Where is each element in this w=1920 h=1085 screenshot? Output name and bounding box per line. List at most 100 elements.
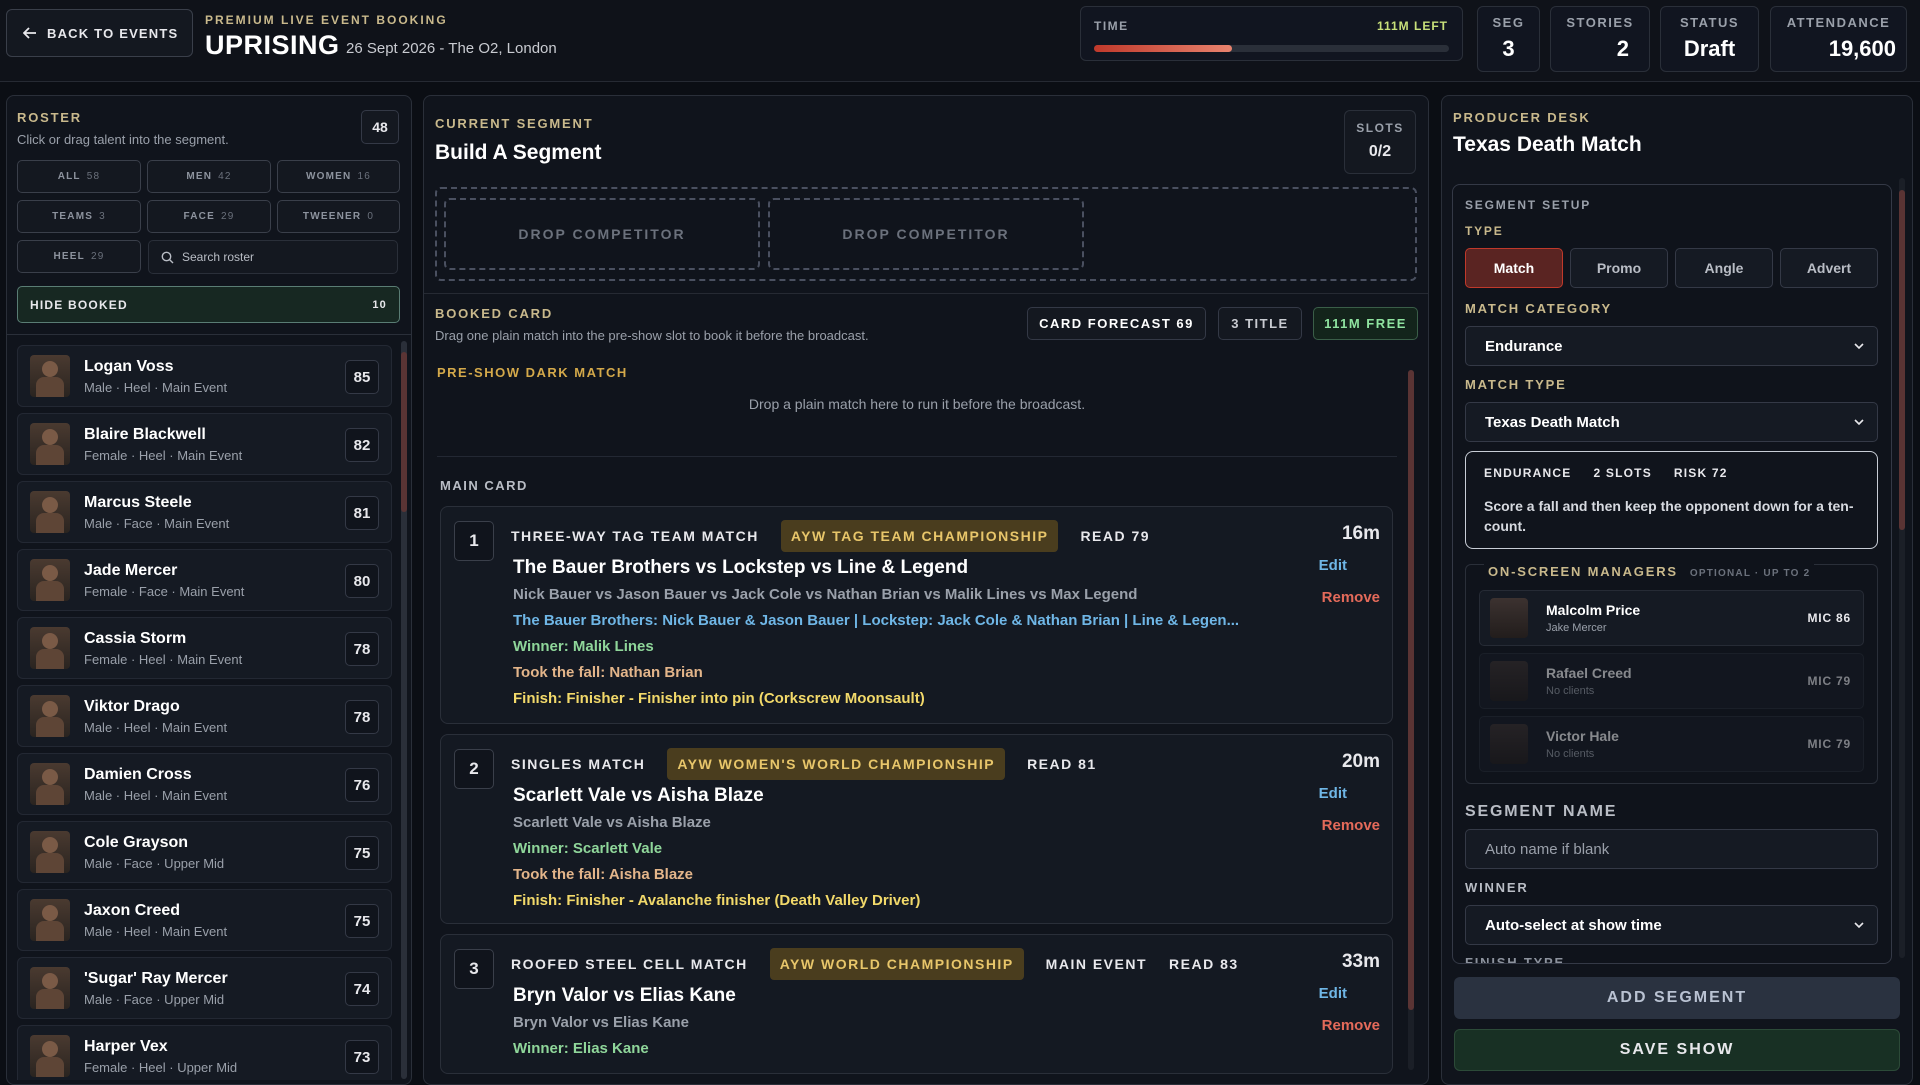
roster-item-info: Harper Vex Female · Heel · Upper Mid — [84, 1038, 237, 1075]
booked-segment-3[interactable]: 3 ROOFED STEEL CELL MATCH AYW WORLD CHAM… — [440, 934, 1393, 1074]
filter-all[interactable]: ALL 58 — [17, 160, 141, 193]
roster-item-info: Viktor Drago Male · Heel · Main Event — [84, 698, 227, 735]
search-roster-input[interactable]: Search roster — [148, 240, 398, 274]
booked-segment-2[interactable]: 2 SINGLES MATCH AYW WOMEN'S WORLD CHAMPI… — [440, 734, 1393, 924]
managers-header: ON-SCREEN MANAGERS OPTIONAL · UP TO 2 — [1484, 564, 1815, 579]
segment-drop-zone[interactable]: DROP COMPETITOR DROP COMPETITOR — [435, 187, 1417, 281]
back-to-events-button[interactable]: BACK TO EVENTS — [6, 9, 193, 57]
manager-clients: Jake Mercer — [1546, 622, 1607, 634]
type-angle-button[interactable]: Angle — [1675, 248, 1773, 288]
edit-segment-button[interactable]: Edit — [1319, 785, 1347, 802]
wrestler-meta: Female · Face · Main Event — [84, 583, 245, 599]
slots-value: 0/2 — [1368, 143, 1392, 160]
avatar — [30, 423, 70, 465]
segment-name-input[interactable]: Auto name if blank — [1465, 829, 1878, 869]
avatar — [30, 899, 70, 941]
type-promo-button[interactable]: Promo — [1570, 248, 1668, 288]
slots-counter: SLOTS 0/2 — [1344, 110, 1416, 174]
roster-item-info: Blaire Blackwell Female · Heel · Main Eve… — [84, 426, 242, 463]
match-category-label: MATCH CATEGORY — [1465, 301, 1613, 316]
filter-teams[interactable]: TEAMS 3 — [17, 200, 141, 233]
roster-item[interactable]: Damien Cross Male · Heel · Main Event 76 — [17, 753, 392, 815]
filter-face[interactable]: FACE 29 — [147, 200, 271, 233]
manager-malcolm-price[interactable]: Malcolm Price Jake Mercer MIC 86 — [1479, 590, 1864, 646]
search-placeholder: Search roster — [182, 250, 255, 264]
roster-item-info: Jaxon Creed Male · Heel · Main Event — [84, 902, 227, 939]
chip-label: FACE — [183, 211, 215, 222]
roster-item[interactable]: Blaire Blackwell Female · Heel · Main Eve… — [17, 413, 392, 475]
wrestler-rating: 73 — [345, 1040, 379, 1074]
card-scroll-thumb[interactable] — [1408, 370, 1414, 1010]
remove-segment-button[interactable]: Remove — [1322, 589, 1380, 606]
stat-seg: SEG 3 — [1477, 6, 1540, 72]
roster-item[interactable]: Logan Voss Male · Heel · Main Event 85 — [17, 345, 392, 407]
chip-count: 42 — [218, 171, 232, 182]
wrestler-meta: Male · Face · Main Event — [84, 515, 230, 531]
roster-item[interactable]: 'Sugar' Ray Mercer Male · Face · Upper Mi… — [17, 957, 392, 1019]
roster-divider — [6, 334, 412, 335]
chip-count: 3 — [99, 211, 106, 222]
match-category-value: Endurance — [1485, 337, 1563, 355]
wrestler-rating: 80 — [345, 564, 379, 598]
hide-booked-toggle[interactable]: HIDE BOOKED 10 — [17, 286, 400, 323]
drop-competitor-slot-2[interactable]: DROP COMPETITOR — [768, 198, 1084, 270]
segment-number: 3 — [454, 949, 494, 989]
wrestler-meta: Male · Face · Upper Mid — [84, 855, 225, 871]
save-show-button[interactable]: SAVE SHOW — [1454, 1029, 1900, 1071]
stat-stories: STORIES 2 — [1550, 6, 1650, 72]
roster-item-info: Jade Mercer Female · Face · Main Event — [84, 562, 244, 599]
championship-badge: AYW TAG TEAM CHAMPIONSHIP — [780, 520, 1059, 552]
page-eyebrow: PREMIUM LIVE EVENT BOOKING — [205, 13, 448, 27]
time-meter: TIME 111M LEFT — [1080, 6, 1463, 61]
producer-scroll-thumb[interactable] — [1899, 190, 1905, 530]
chip-label: MEN — [186, 171, 213, 182]
filter-women[interactable]: WOMEN 16 — [277, 160, 400, 193]
booked-segment-1[interactable]: 1 THREE-WAY TAG TEAM MATCH AYW TAG TEAM … — [440, 506, 1393, 724]
roster-item[interactable]: Cole Grayson Male · Face · Upper Mid 75 — [17, 821, 392, 883]
roster-item[interactable]: Cassia Storm Female · Heel · Main Event 78 — [17, 617, 392, 679]
add-segment-button[interactable]: ADD SEGMENT — [1454, 977, 1900, 1019]
manager-rafael-creed[interactable]: Rafael Creed No clients MIC 79 — [1479, 653, 1864, 709]
filter-heel[interactable]: HEEL 29 — [17, 240, 141, 273]
match-category-select[interactable]: Endurance — [1465, 326, 1878, 366]
match-type-select[interactable]: Texas Death Match — [1465, 402, 1878, 442]
avatar — [30, 559, 70, 601]
chip-count: 29 — [220, 211, 235, 222]
edit-segment-button[interactable]: Edit — [1319, 985, 1347, 1002]
avatar — [1490, 661, 1528, 701]
type-advert-button[interactable]: Advert — [1780, 248, 1878, 288]
competitor-names: Nick Bauer vs Jason Bauer vs Jack Cole v… — [513, 586, 1138, 603]
segment-number: 2 — [454, 749, 494, 789]
roster-item[interactable]: Jade Mercer Female · Face · Main Event 80 — [17, 549, 392, 611]
wrestler-meta: Female · Heel · Main Event — [84, 447, 243, 463]
category-tag: ENDURANCE — [1484, 466, 1572, 480]
winner-select[interactable]: Auto-select at show time — [1465, 905, 1878, 945]
manager-clients: No clients — [1546, 748, 1595, 760]
avatar — [30, 355, 70, 397]
winner-line: Winner: Scarlett Vale — [513, 840, 663, 857]
read-tag: READ 81 — [1027, 756, 1097, 772]
roster-scroll-thumb[interactable] — [401, 352, 407, 512]
preshow-drop-zone[interactable]: Drop a plain match here to run it before… — [437, 396, 1397, 412]
segment-duration: 20m — [1341, 751, 1380, 772]
stat-attendance: ATTENDANCE 19,600 — [1770, 6, 1907, 72]
roster-item[interactable]: Harper Vex Female · Heel · Upper Mid 73 — [17, 1025, 392, 1080]
roster-hint: Click or drag talent into the segment. — [17, 132, 229, 147]
preshow-divider — [437, 456, 1397, 457]
manager-mic: MIC 79 — [1807, 737, 1851, 751]
drop-competitor-slot-1[interactable]: DROP COMPETITOR — [444, 198, 760, 270]
type-match-button[interactable]: Match — [1465, 248, 1563, 288]
edit-segment-button[interactable]: Edit — [1319, 557, 1347, 574]
manager-victor-hale[interactable]: Victor Hale No clients MIC 79 — [1479, 716, 1864, 772]
remove-segment-button[interactable]: Remove — [1322, 817, 1380, 834]
wrestler-meta: Female · Heel · Upper Mid — [84, 1059, 238, 1075]
roster-item[interactable]: Viktor Drago Male · Heel · Main Event 78 — [17, 685, 392, 747]
roster-item[interactable]: Jaxon Creed Male · Heel · Main Event 75 — [17, 889, 392, 951]
remove-segment-button[interactable]: Remove — [1322, 1017, 1380, 1034]
filter-tweener[interactable]: TWEENER 0 — [277, 200, 400, 233]
filter-men[interactable]: MEN 42 — [147, 160, 271, 193]
manager-name: Malcolm Price — [1546, 602, 1641, 618]
roster-item[interactable]: Marcus Steele Male · Face · Main Event 81 — [17, 481, 392, 543]
time-track — [1094, 45, 1449, 52]
slots-label: SLOTS — [1356, 121, 1404, 135]
